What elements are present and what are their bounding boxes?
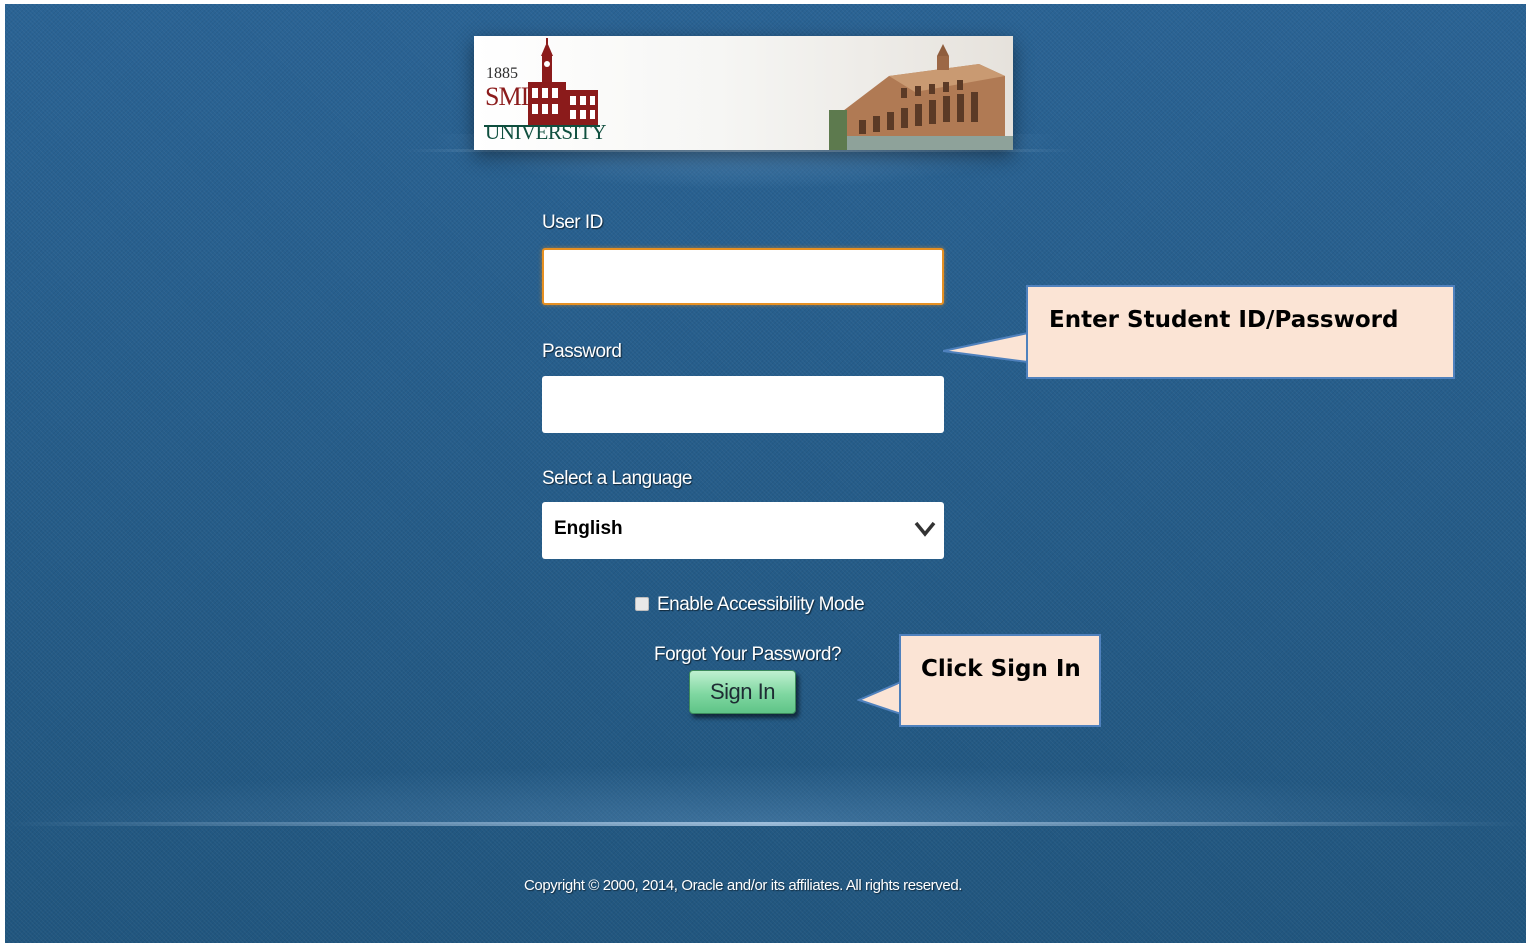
language-select[interactable]: English <box>542 502 944 559</box>
signin-button[interactable]: Sign In <box>689 670 796 714</box>
forgot-password-link[interactable]: Forgot Your Password? <box>654 644 842 666</box>
language-label: Select a Language <box>542 468 692 489</box>
chevron-down-icon <box>914 521 936 537</box>
password-label: Password <box>542 341 622 362</box>
logo-year: 1885 <box>486 65 518 82</box>
callout-pointer <box>943 331 1029 364</box>
accessibility-label: Enable Accessibility Mode <box>657 594 865 615</box>
credentials-callout-text: Enter Student ID/Password <box>1049 307 1399 333</box>
footer-glow <box>5 764 1526 824</box>
footer-divider <box>5 822 1526 826</box>
campus-building-photo <box>829 44 1013 150</box>
logo-subtitle: UNIVERSITY <box>485 120 607 144</box>
accessibility-checkbox[interactable] <box>635 597 649 611</box>
userid-input[interactable] <box>542 248 944 305</box>
credentials-callout: Enter Student ID/Password <box>1026 285 1455 379</box>
login-page: 1885 SMI UNIVERSITY User ID Password Sel… <box>5 4 1526 943</box>
callout-pointer <box>857 680 902 716</box>
logo-name: SMI <box>485 82 529 111</box>
university-banner: 1885 SMI UNIVERSITY <box>474 36 1013 150</box>
language-selected-value: English <box>554 518 623 539</box>
signin-callout-text: Click Sign In <box>921 656 1081 682</box>
password-input[interactable] <box>542 376 944 433</box>
userid-label: User ID <box>542 212 603 233</box>
signin-callout: Click Sign In <box>899 634 1101 727</box>
copyright-text: Copyright © 2000, 2014, Oracle and/or it… <box>523 877 963 894</box>
